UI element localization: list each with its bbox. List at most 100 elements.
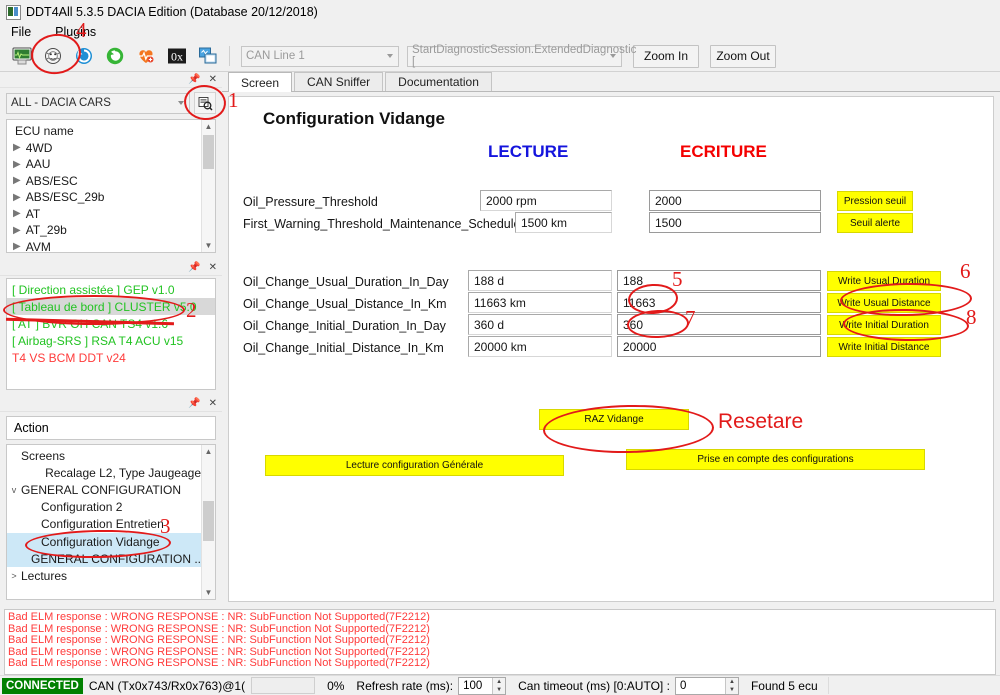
list-item[interactable]: ▶ AVM	[7, 239, 215, 252]
refresh-rate-stepper[interactable]: 100 ▲ ▼	[458, 676, 507, 695]
title-bar: DDT4All 5.3.5 DACIA Edition (Database 20…	[0, 0, 1000, 22]
screens-tree-scrollbar[interactable]: ▲ ▼	[201, 445, 215, 599]
list-item[interactable]: ▶ ABS/ESC	[7, 173, 215, 190]
search-database-icon[interactable]	[194, 92, 216, 114]
button-write-usual-distance[interactable]: Write Usual Distance	[827, 293, 941, 313]
scroll-down-icon[interactable]: ▼	[202, 586, 215, 599]
tree-item-configuration-2[interactable]: Configuration 2	[7, 499, 201, 516]
refresh-blue-icon[interactable]	[70, 43, 98, 69]
log-panel[interactable]: Bad ELM response : WRONG RESPONSE : NR: …	[4, 609, 996, 675]
write-input-oil-change-usual-duration[interactable]: 188	[617, 270, 821, 291]
list-item[interactable]: [ Direction assistée ] GEP v1.0	[7, 281, 215, 298]
scrollbar-thumb[interactable]	[203, 135, 214, 169]
pin-icon[interactable]: 📌	[188, 262, 200, 273]
ecu-browser-panel: ALL - DACIA CARS ECU name ▶ 4WD ▶ AAU ▶ …	[0, 88, 222, 260]
app-icon	[6, 4, 21, 20]
read-value-oil-pressure-threshold: 2000 rpm	[480, 190, 612, 211]
vehicle-filter-select[interactable]: ALL - DACIA CARS	[6, 92, 190, 114]
tree-item-recalage[interactable]: Recalage L2, Type Jaugeage	[7, 464, 201, 481]
write-input-oil-pressure-threshold[interactable]: 2000	[649, 190, 821, 211]
found-ecu-label: [ Direction assistée ] GEP v1.0	[12, 282, 175, 297]
copy-screens-icon[interactable]	[194, 43, 222, 69]
tree-item-label: Configuration Vidange	[41, 534, 160, 549]
field-label-oil-pressure-threshold: Oil_Pressure_Threshold	[243, 195, 378, 209]
tree-item-general-configuration[interactable]: v GENERAL CONFIGURATION	[7, 481, 201, 498]
button-write-initial-duration[interactable]: Write Initial Duration	[827, 315, 941, 335]
list-item[interactable]: ▶ AAU	[7, 156, 215, 173]
action-panel: Action Screens Recalage L2, Type Jaugeag…	[0, 412, 222, 606]
write-input-oil-change-initial-distance[interactable]: 20000	[617, 336, 821, 357]
list-item[interactable]: [ Airbag-SRS ] RSA T4 ACU v15	[7, 332, 215, 349]
button-seuil-alerte[interactable]: Seuil alerte	[837, 213, 913, 233]
tree-item-configuration-vidange[interactable]: Configuration Vidange	[7, 532, 201, 551]
button-raz-vidange[interactable]: RAZ Vidange	[539, 409, 689, 430]
list-item[interactable]: [ AT ] BVR OH CAN TS4 v1.6	[7, 315, 215, 332]
tab-screen[interactable]: Screen	[228, 72, 293, 92]
stepper-up-icon[interactable]: ▲	[493, 678, 505, 686]
list-item[interactable]: [ Tableau de bord ] CLUSTER v5.0	[7, 298, 215, 315]
log-message: : WRONG RESPONSE : NR: SubFunction Not S…	[101, 634, 430, 647]
button-prise-en-compte[interactable]: Prise en compte des configurations	[626, 449, 925, 470]
pin-icon[interactable]: 📌	[188, 74, 200, 85]
hex-0x-icon[interactable]: 0x	[163, 43, 191, 69]
close-icon[interactable]: ✕	[209, 74, 217, 85]
list-item[interactable]: ▶ ABS/ESC_29b	[7, 189, 215, 206]
can-timeout-value: 0	[679, 679, 687, 692]
screens-tree[interactable]: Screens Recalage L2, Type Jaugeage v GENE…	[6, 444, 216, 600]
log-message: : WRONG RESPONSE : NR: SubFunction Not S…	[101, 657, 430, 670]
connect-green-icon[interactable]	[101, 43, 129, 69]
zoom-in-button[interactable]: Zoom In	[633, 44, 699, 68]
ecu-panel-header: 📌 ✕	[0, 72, 222, 88]
menu-item-plugins[interactable]: Plugins	[52, 24, 99, 40]
menu-item-file[interactable]: File	[8, 24, 34, 40]
button-lecture-configuration-generale[interactable]: Lecture configuration Générale	[265, 455, 564, 476]
close-icon[interactable]: ✕	[209, 262, 217, 273]
stepper-buttons[interactable]: ▲ ▼	[492, 677, 506, 694]
list-item[interactable]: T4 VS BCM DDT v24	[7, 349, 215, 366]
zoom-out-button[interactable]: Zoom Out	[710, 44, 776, 68]
chevron-right-icon: ▶	[13, 224, 21, 236]
scroll-up-icon[interactable]: ▲	[202, 120, 215, 133]
list-item[interactable]: ▶ AT	[7, 206, 215, 223]
tree-item-lectures[interactable]: > Lectures	[7, 567, 201, 584]
stepper-down-icon[interactable]: ▼	[493, 686, 505, 694]
stepper-buttons[interactable]: ▲ ▼	[724, 677, 738, 694]
ecu-screen-icon[interactable]	[8, 43, 36, 69]
log-tag: Bad ELM response	[8, 634, 102, 647]
ecu-list[interactable]: ECU name ▶ 4WD ▶ AAU ▶ ABS/ESC ▶ ABS/ESC_29b…	[6, 119, 216, 253]
tree-item-label: GENERAL CONFIGURATION	[21, 482, 182, 497]
stepper-down-icon[interactable]: ▼	[726, 686, 738, 694]
ecu-list-scrollbar[interactable]: ▲ ▼	[201, 120, 215, 252]
vehicle-scan-icon[interactable]	[39, 43, 67, 69]
scroll-down-icon[interactable]: ▼	[202, 239, 215, 252]
chevron-right-icon: ▶	[13, 208, 21, 220]
write-input-oil-change-initial-duration[interactable]: 360	[617, 314, 821, 335]
close-icon[interactable]: ✕	[209, 398, 217, 409]
write-input-first-warning-threshold[interactable]: 1500	[649, 212, 821, 233]
tab-documentation[interactable]: Documentation	[385, 72, 492, 91]
heartbeat-icon[interactable]	[132, 43, 160, 69]
column-header-ecriture: ECRITURE	[680, 142, 767, 161]
list-item[interactable]: ▶ 4WD	[7, 140, 215, 157]
found-ecu-list[interactable]: [ Direction assistée ] GEP v1.0 [ Tablea…	[6, 278, 216, 390]
stepper-up-icon[interactable]: ▲	[726, 678, 738, 686]
found-ecu-label: [ Airbag-SRS ] RSA T4 ACU v15	[12, 333, 184, 348]
list-item[interactable]: ▶ AT_29b	[7, 222, 215, 239]
tree-item-configuration-entretien[interactable]: Configuration Entretien	[7, 516, 201, 533]
can-line-select[interactable]: CAN Line 1	[241, 45, 399, 67]
can-timeout-stepper[interactable]: 0 ▲ ▼	[674, 676, 739, 695]
pin-icon[interactable]: 📌	[188, 398, 200, 409]
main-body: 📌 ✕ ALL - DACIA CARS ECU name ▶ 4WD ▶ AA…	[0, 72, 1000, 606]
write-input-oil-change-usual-distance[interactable]: 11663	[617, 292, 821, 313]
screen-area: Configuration Vidange LECTURE ECRITURE O…	[222, 92, 1000, 606]
button-pression-seuil[interactable]: Pression seuil	[837, 191, 913, 211]
scroll-up-icon[interactable]: ▲	[202, 445, 215, 458]
button-write-initial-distance[interactable]: Write Initial Distance	[827, 337, 941, 357]
tree-item-label: Screens	[21, 448, 66, 463]
scrollbar-thumb[interactable]	[203, 501, 214, 541]
tree-item-screens[interactable]: Screens	[7, 447, 201, 464]
tree-item-general-configuration-2[interactable]: GENERAL CONFIGURATION ...	[7, 550, 204, 568]
diagnostic-session-select[interactable]: StartDiagnosticSession.ExtendedDiagnosti…	[407, 44, 636, 68]
button-write-usual-duration[interactable]: Write Usual Duration	[827, 271, 941, 291]
tab-can-sniffer[interactable]: CAN Sniffer	[294, 72, 384, 91]
